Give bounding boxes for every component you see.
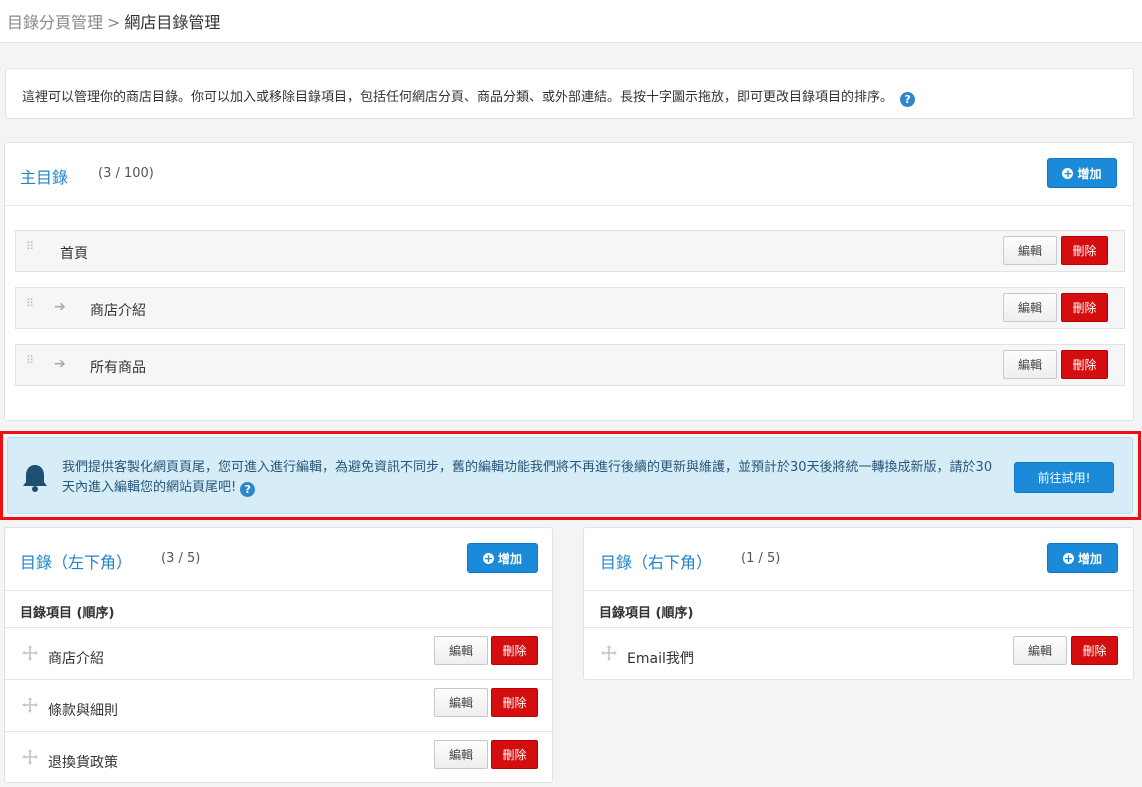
edit-button[interactable]: 編輯 (434, 688, 488, 717)
list-item-label: 商店介紹 (48, 651, 104, 667)
main-menu-header: 主目錄 (3 / 100) + 增加 (5, 143, 1133, 206)
notice-text: 我們提供客製化網頁頁尾，您可進入進行編輯，為避免資訊不同步，舊的編輯功能我們將不… (62, 460, 993, 495)
delete-button[interactable]: 刪除 (491, 636, 538, 665)
breadcrumb-separator: > (107, 13, 121, 32)
delete-button[interactable]: 刪除 (491, 688, 538, 717)
menu-row-label: 所有商品 (90, 360, 146, 376)
delete-button[interactable]: 刪除 (1071, 636, 1118, 665)
drag-handle-icon[interactable]: ⠿ (26, 355, 36, 370)
top-bar: 目錄分頁管理 > 網店目錄管理 (0, 0, 1142, 43)
menu-row-about[interactable]: ⠿ ➔ 商店介紹 編輯 刪除 (15, 287, 1125, 329)
delete-button[interactable]: 刪除 (1061, 236, 1108, 265)
drag-handle-icon[interactable]: ⠿ (26, 241, 36, 256)
info-card: 這裡可以管理你的商店目錄。你可以加入或移除目錄項目，包括任何網店分頁、商品分類、… (5, 68, 1134, 119)
plus-circle-icon: + (1062, 166, 1074, 180)
menu-row-home[interactable]: ⠿ 首頁 編輯 刪除 (15, 230, 1125, 272)
breadcrumb: 目錄分頁管理 > 網店目錄管理 (7, 9, 220, 33)
right-menu-add-button[interactable]: + 增加 (1047, 543, 1118, 573)
move-icon[interactable] (21, 696, 39, 714)
list-item[interactable]: 退換貨政策 編輯 刪除 (5, 732, 552, 784)
delete-button[interactable]: 刪除 (491, 740, 538, 769)
edit-button[interactable]: 編輯 (1003, 350, 1057, 379)
left-menu-count: (3 / 5) (161, 551, 201, 566)
move-icon[interactable] (21, 644, 39, 662)
list-item[interactable]: Email我們 編輯 刪除 (584, 628, 1133, 680)
info-text: 這裡可以管理你的商店目錄。你可以加入或移除目錄項目，包括任何網店分頁、商品分類、… (22, 90, 894, 105)
list-item-label: 條款與細則 (48, 703, 118, 719)
info-text-line: 這裡可以管理你的商店目錄。你可以加入或移除目錄項目，包括任何網店分頁、商品分類、… (22, 86, 916, 107)
left-menu-column-header: 目錄項目 (順序) (5, 591, 552, 628)
right-menu-count: (1 / 5) (741, 551, 781, 566)
breadcrumb-current: 網店目錄管理 (124, 13, 221, 32)
footer-notice-banner: 我們提供客製化網頁頁尾，您可進入進行編輯，為避免資訊不同步，舊的編輯功能我們將不… (7, 437, 1133, 514)
column-label: 目錄項目 (順序) (20, 606, 115, 621)
edit-button[interactable]: 編輯 (1003, 293, 1057, 322)
left-menu-add-button[interactable]: + 增加 (467, 543, 538, 573)
add-button-label: 增加 (1077, 166, 1102, 181)
help-icon[interactable]: ? (900, 92, 916, 107)
left-menu-title: 目錄（左下角） (20, 553, 133, 572)
move-icon[interactable] (600, 644, 618, 662)
left-menu-header: 目錄（左下角） (3 / 5) + 增加 (5, 528, 552, 591)
edit-button[interactable]: 編輯 (1013, 636, 1067, 665)
right-menu-column-header: 目錄項目 (順序) (584, 591, 1133, 628)
help-icon[interactable]: ? (240, 482, 256, 497)
add-button-label: 增加 (497, 551, 522, 566)
arrow-right-icon: ➔ (54, 356, 66, 372)
try-now-button[interactable]: 前往試用! (1014, 462, 1114, 493)
left-menu-card: 目錄（左下角） (3 / 5) + 增加 目錄項目 (順序) 商店介紹 編輯 刪除… (4, 527, 553, 783)
bell-icon (23, 465, 47, 492)
list-item-label: 退換貨政策 (48, 755, 118, 771)
right-menu-header: 目錄（右下角） (1 / 5) + 增加 (584, 528, 1133, 591)
main-menu-add-button[interactable]: + 增加 (1047, 158, 1117, 188)
move-icon[interactable] (21, 748, 39, 766)
list-item[interactable]: 條款與細則 編輯 刪除 (5, 680, 552, 732)
main-menu-count: (3 / 100) (98, 166, 154, 181)
menu-row-label: 首頁 (60, 246, 88, 262)
breadcrumb-parent-link[interactable]: 目錄分頁管理 (7, 13, 103, 32)
delete-button[interactable]: 刪除 (1061, 350, 1108, 379)
notice-text-block: 我們提供客製化網頁頁尾，您可進入進行編輯，為避免資訊不同步，舊的編輯功能我們將不… (62, 458, 1002, 498)
drag-handle-icon[interactable]: ⠿ (26, 298, 36, 313)
plus-circle-icon: + (482, 551, 494, 565)
delete-button[interactable]: 刪除 (1061, 293, 1108, 322)
edit-button[interactable]: 編輯 (434, 740, 488, 769)
arrow-right-icon: ➔ (54, 299, 66, 315)
plus-circle-icon: + (1062, 551, 1074, 565)
edit-button[interactable]: 編輯 (434, 636, 488, 665)
list-item[interactable]: 商店介紹 編輯 刪除 (5, 628, 552, 680)
main-menu-card: 主目錄 (3 / 100) + 增加 ⠿ 首頁 編輯 刪除 ⠿ ➔ 商店介紹 編輯… (4, 142, 1134, 421)
menu-row-all-products[interactable]: ⠿ ➔ 所有商品 編輯 刪除 (15, 344, 1125, 386)
right-menu-title: 目錄（右下角） (600, 553, 713, 572)
column-label: 目錄項目 (順序) (599, 606, 694, 621)
menu-row-label: 商店介紹 (90, 303, 146, 319)
main-menu-title: 主目錄 (20, 168, 69, 187)
list-item-label: Email我們 (627, 651, 694, 667)
right-menu-card: 目錄（右下角） (1 / 5) + 增加 目錄項目 (順序) Email我們 編輯… (583, 527, 1134, 680)
edit-button[interactable]: 編輯 (1003, 236, 1057, 265)
add-button-label: 增加 (1077, 551, 1102, 566)
